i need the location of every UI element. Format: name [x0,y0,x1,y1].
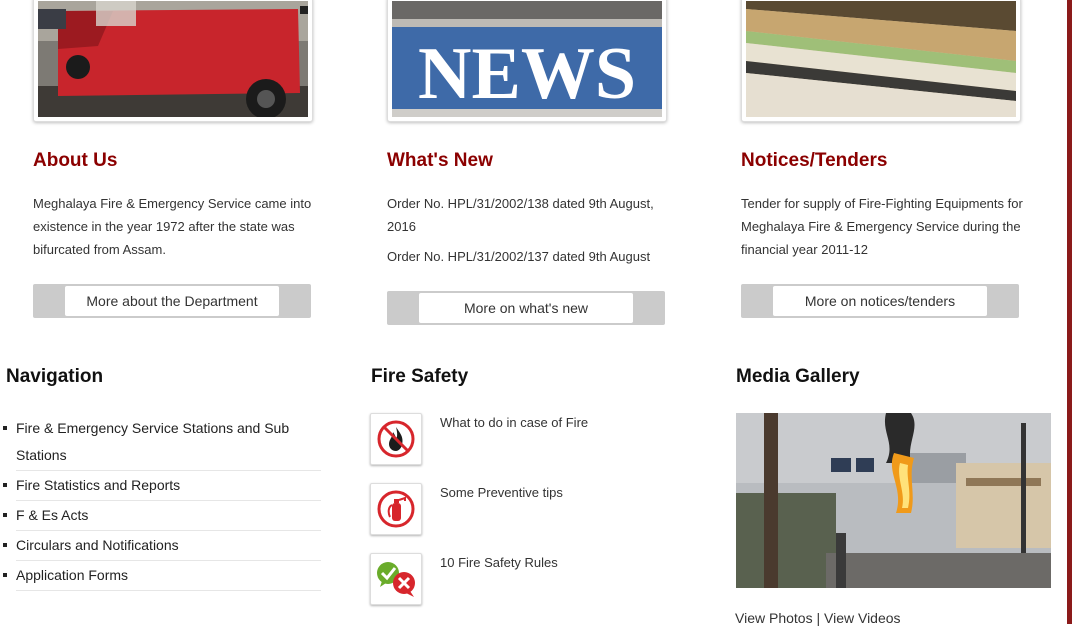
media-gallery-title: Media Gallery [736,366,860,387]
nav-item-stations[interactable]: Fire & Emergency Service Stations and Su… [3,414,321,471]
notices-tenders-title: Notices/Tenders [741,150,888,171]
more-on-whats-new-button[interactable]: More on what's new [419,293,633,323]
whats-new-item[interactable]: Order No. HPL/31/2002/138 dated 9th Augu… [387,192,677,238]
fire-safety-item: Some Preventive tips [370,483,670,537]
page-right-border [1067,0,1072,624]
nav-item-acts[interactable]: F & Es Acts [3,501,321,531]
check-cross-icon[interactable] [370,553,422,605]
notices-tenders-image[interactable] [741,0,1021,122]
whats-new-image[interactable]: NEWS [387,0,667,122]
nav-item-forms[interactable]: Application Forms [3,561,321,591]
notices-tenders-item[interactable]: Tender for supply of Fire-Fighting Equip… [741,192,1031,261]
media-gallery-image[interactable] [736,413,1051,588]
no-fire-icon[interactable] [370,413,422,465]
fire-safety-link[interactable]: What to do in case of Fire [440,415,588,430]
navigation-title: Navigation [6,366,104,387]
fire-safety-item: 10 Fire Safety Rules [370,553,670,607]
more-on-whats-new-button-bar: More on what's new [387,291,665,325]
more-on-notices-tenders-button[interactable]: More on notices/tenders [773,286,987,316]
news-image-text: NEWS [418,33,636,115]
about-us-image[interactable] [33,0,313,122]
navigation-list: Fire & Emergency Service Stations and Su… [3,414,321,591]
whats-new-text: Order No. HPL/31/2002/138 dated 9th Augu… [387,192,677,275]
whats-new-item[interactable]: Order No. HPL/31/2002/137 dated 9th Augu… [387,245,677,268]
nav-item-circulars[interactable]: Circulars and Notifications [3,531,321,561]
fire-safety-item: What to do in case of Fire [370,413,670,467]
more-about-department-button[interactable]: More about the Department [65,286,279,316]
about-us-text: Meghalaya Fire & Emergency Service came … [33,192,323,268]
more-about-department-button-bar: More about the Department [33,284,311,318]
fire-extinguisher-icon[interactable] [370,483,422,535]
notices-tenders-text: Tender for supply of Fire-Fighting Equip… [741,192,1031,268]
fire-safety-link[interactable]: 10 Fire Safety Rules [440,555,558,570]
about-us-paragraph: Meghalaya Fire & Emergency Service came … [33,196,312,257]
fire-safety-link[interactable]: Some Preventive tips [440,485,563,500]
fire-safety-title: Fire Safety [371,366,469,387]
nav-item-statistics[interactable]: Fire Statistics and Reports [3,471,321,501]
more-on-notices-tenders-button-bar: More on notices/tenders [741,284,1019,318]
whats-new-title: What's New [387,150,493,171]
about-us-title: About Us [33,150,118,171]
